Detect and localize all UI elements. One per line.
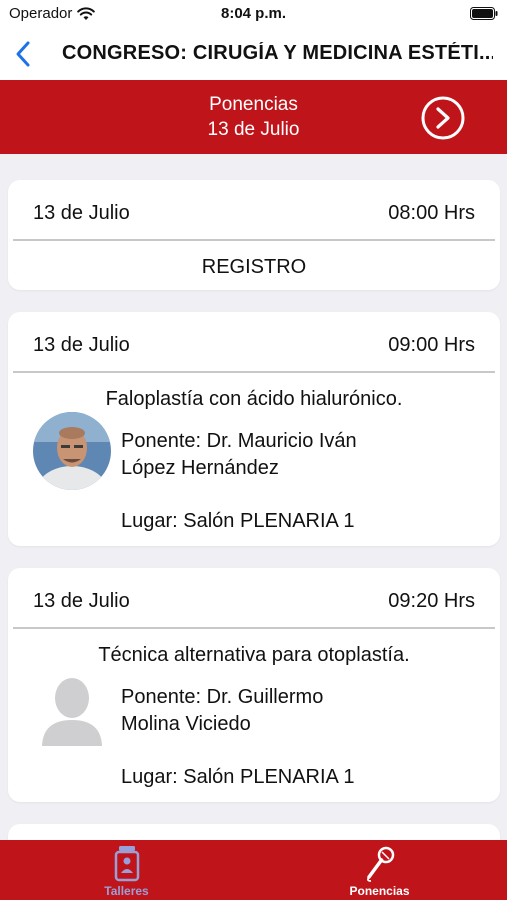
tab-label: Talleres bbox=[104, 884, 149, 898]
navigation-bar: CONGRESO: CIRUGÍA Y MEDICINA ESTÉTI... bbox=[0, 28, 507, 80]
speaker-name: Ponente: Dr. Guillermo Molina Viciedo bbox=[121, 684, 323, 738]
session-card[interactable]: 13 de Julio 09:20 Hrs Técnica alternativ… bbox=[8, 568, 500, 802]
session-title: Técnica alternativa para otoplastía. bbox=[98, 644, 410, 666]
speaker-placeholder-icon bbox=[33, 668, 111, 746]
speaker-line-1: Ponente: Dr. Mauricio Iván bbox=[121, 430, 357, 452]
tab-talleres[interactable]: Talleres bbox=[0, 840, 253, 900]
session-time: 08:00 Hrs bbox=[388, 202, 475, 224]
tab-ponencias[interactable]: Ponencias bbox=[253, 840, 506, 900]
session-header: 13 de Julio 09:00 Hrs bbox=[33, 334, 475, 357]
divider bbox=[13, 371, 495, 373]
session-place: Lugar: Salón PLENARIA 1 bbox=[121, 766, 355, 788]
tab-bar: Talleres Ponencias bbox=[0, 840, 507, 900]
section-banner: Ponencias 13 de Julio bbox=[0, 80, 507, 154]
session-title: Faloplastía con ácido hialurónico. bbox=[105, 388, 403, 410]
session-card[interactable]: 13 de Julio 08:00 Hrs REGISTRO bbox=[8, 180, 500, 290]
badge-icon bbox=[114, 846, 139, 882]
divider bbox=[13, 627, 495, 629]
speaker-photo-image bbox=[33, 412, 111, 490]
next-day-button[interactable] bbox=[421, 96, 465, 140]
session-time: 09:20 Hrs bbox=[388, 590, 475, 612]
session-list[interactable]: 13 de Julio 08:00 Hrs REGISTRO 13 de Jul… bbox=[0, 154, 507, 840]
back-chevron-icon[interactable] bbox=[14, 40, 32, 68]
status-time: 8:04 p.m. bbox=[220, 5, 287, 22]
session-date: 13 de Julio bbox=[33, 334, 130, 356]
session-card[interactable] bbox=[8, 824, 500, 840]
session-title: REGISTRO bbox=[201, 256, 307, 278]
session-date: 13 de Julio bbox=[33, 590, 130, 612]
status-bar: Operador 8:04 p.m. bbox=[0, 0, 507, 28]
session-date: 13 de Julio bbox=[33, 202, 130, 224]
session-header: 13 de Julio 09:20 Hrs bbox=[33, 590, 475, 613]
speaker-line-2: López Hernández bbox=[121, 457, 279, 479]
session-time: 09:00 Hrs bbox=[388, 334, 475, 356]
battery-icon bbox=[470, 7, 498, 20]
speaker-line-1: Ponente: Dr. Guillermo bbox=[121, 686, 324, 708]
microphone-icon bbox=[366, 846, 394, 882]
tab-label: Ponencias bbox=[349, 884, 410, 898]
session-card[interactable]: 13 de Julio 09:00 Hrs Faloplastía con ác… bbox=[8, 312, 500, 546]
speaker-name: Ponente: Dr. Mauricio Iván López Hernánd… bbox=[121, 428, 357, 482]
session-header: 13 de Julio 08:00 Hrs bbox=[33, 202, 475, 225]
speaker-photo bbox=[33, 412, 111, 490]
speaker-line-2: Molina Viciedo bbox=[121, 713, 251, 735]
session-place: Lugar: Salón PLENARIA 1 bbox=[121, 510, 355, 532]
divider bbox=[13, 239, 495, 241]
page-title: CONGRESO: CIRUGÍA Y MEDICINA ESTÉTI... bbox=[62, 42, 493, 64]
